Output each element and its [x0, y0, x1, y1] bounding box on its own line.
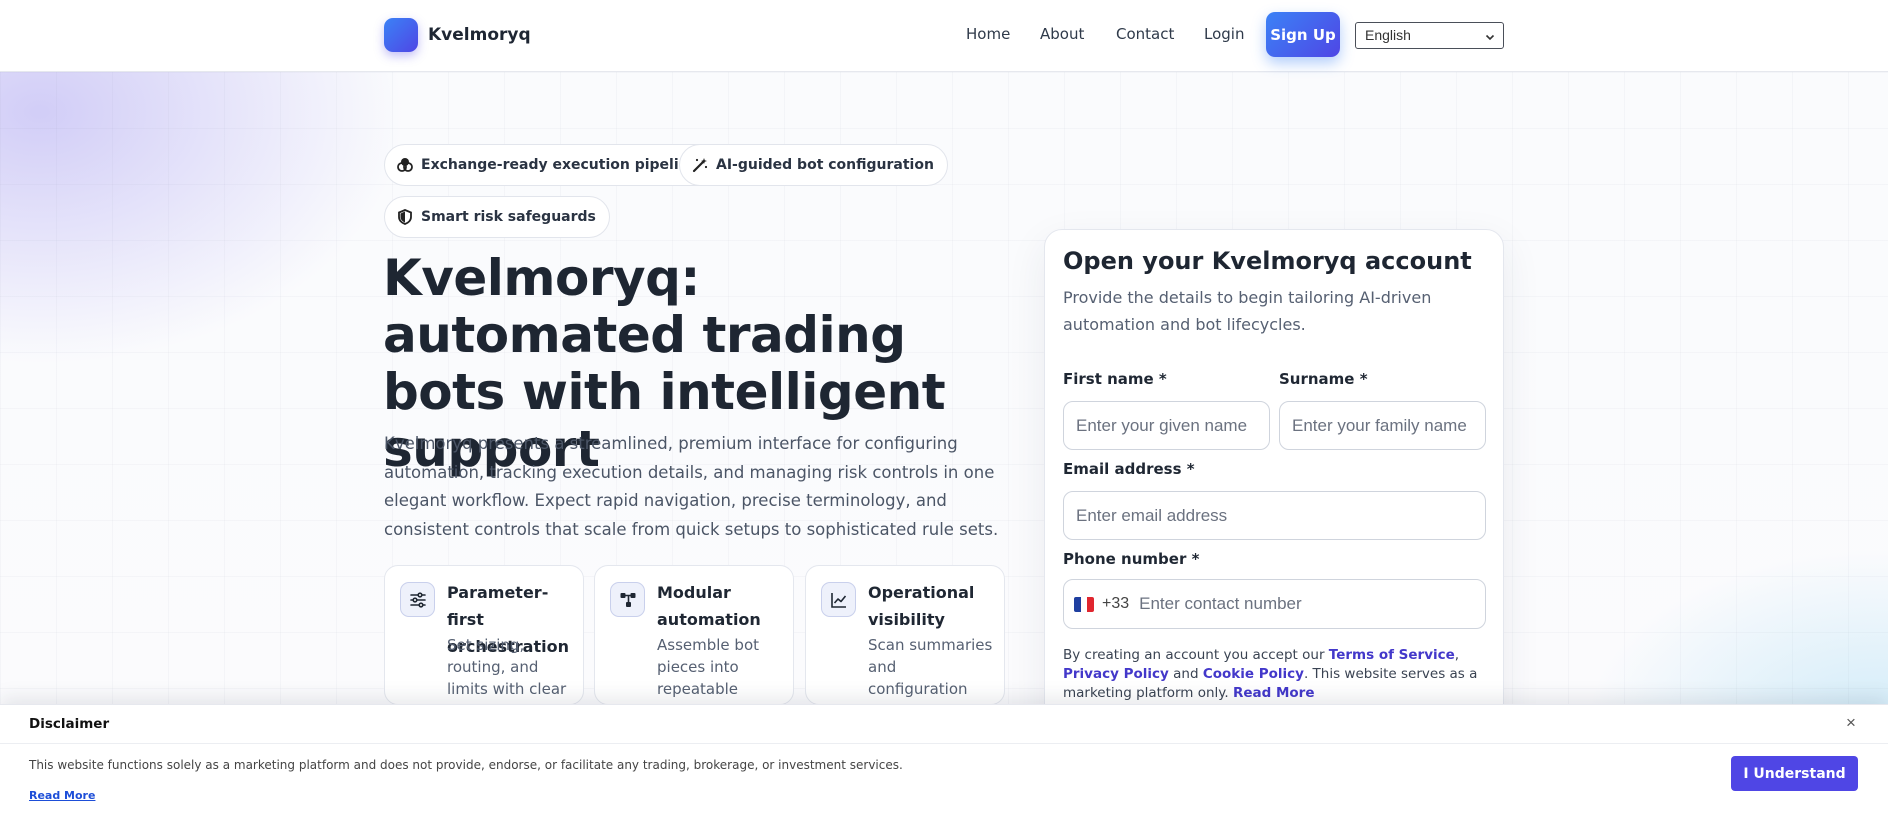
hero-description: Kvelmoryq presents a streamlined, premiu… [384, 434, 999, 539]
chip-execution-pipelines: Exchange-ready execution pipelines [384, 144, 721, 186]
chip-label: Smart risk safeguards [421, 209, 596, 225]
chip-label: Exchange-ready execution pipelines [421, 157, 707, 173]
close-icon[interactable]: × [1846, 713, 1856, 733]
nav-contact[interactable]: Contact [1116, 25, 1174, 43]
feature-card-visibility: Operational visibility Scan summaries an… [805, 565, 1005, 705]
sliders-icon [400, 582, 435, 617]
disclaimer-read-more-link[interactable]: Read More [29, 789, 95, 802]
cookie-link[interactable]: Cookie Policy [1203, 666, 1304, 682]
disclaimer-banner: Disclaimer × This website functions sole… [0, 704, 1888, 818]
surname-input[interactable] [1279, 401, 1486, 450]
form-read-more-link[interactable]: Read More [1233, 685, 1315, 701]
form-title: Open your Kvelmoryq account [1063, 247, 1472, 275]
understand-button[interactable]: I Understand [1731, 756, 1858, 791]
language-value: English [1365, 27, 1411, 43]
signup-button[interactable]: Sign Up [1266, 12, 1340, 57]
email-label: Email address * [1063, 460, 1195, 478]
chip-ai-configuration: AI-guided bot configuration [679, 144, 948, 186]
feature-description: Scan summaries and configuration [868, 636, 993, 698]
legal-prefix: By creating an account you accept our [1063, 647, 1329, 663]
email-input[interactable] [1063, 491, 1486, 540]
phone-input[interactable] [1139, 584, 1440, 624]
chevron-down-icon [1485, 27, 1495, 51]
brand-name: Kvelmoryq [428, 25, 531, 45]
dial-code: +33 [1102, 595, 1130, 612]
form-subtitle: Provide the details to begin tailoring A… [1063, 288, 1432, 334]
surname-label: Surname * [1279, 370, 1368, 388]
language-select[interactable]: English [1355, 22, 1504, 49]
first-name-label: First name * [1063, 370, 1167, 388]
feature-description: Assemble bot pieces into repeatable [657, 636, 759, 698]
disclaimer-text: This website functions solely as a marke… [29, 758, 903, 772]
chip-risk-safeguards: Smart risk safeguards [384, 196, 610, 238]
brand[interactable]: Kvelmoryq [384, 18, 531, 52]
first-name-input[interactable] [1063, 401, 1270, 450]
legal-comma: , [1454, 647, 1460, 663]
chart-line-icon [821, 582, 856, 617]
chip-label: AI-guided bot configuration [716, 157, 934, 173]
legal-text: By creating an account you accept our Te… [1063, 646, 1485, 703]
shield-icon [397, 209, 413, 225]
feature-title: Modular automation [657, 583, 761, 629]
nav-about[interactable]: About [1040, 25, 1084, 43]
phone-label: Phone number * [1063, 550, 1200, 568]
disclaimer-title: Disclaimer [29, 716, 110, 732]
privacy-link[interactable]: Privacy Policy [1063, 666, 1169, 682]
brand-logo-icon [384, 18, 418, 52]
legal-and: and [1168, 666, 1203, 682]
feature-title: Operational visibility [868, 583, 975, 629]
nav-login[interactable]: Login [1204, 25, 1244, 43]
feature-description: Set sizing, routing, and limits with cle… [447, 636, 567, 698]
nav-home[interactable]: Home [966, 25, 1010, 43]
phone-field[interactable]: +33 [1063, 579, 1486, 629]
disclaimer-header: Disclaimer × [0, 705, 1888, 744]
coins-icon [397, 157, 413, 173]
nodes-icon [610, 582, 645, 617]
feature-card-modular: Modular automation Assemble bot pieces i… [594, 565, 794, 705]
magic-wand-icon [692, 157, 708, 173]
feature-card-parameter: Parameter-first orchestration Set sizing… [384, 565, 584, 705]
site-header: Kvelmoryq Home About Contact Login Sign … [0, 0, 1888, 72]
france-flag-icon[interactable] [1074, 596, 1094, 612]
terms-link[interactable]: Terms of Service [1329, 647, 1455, 663]
